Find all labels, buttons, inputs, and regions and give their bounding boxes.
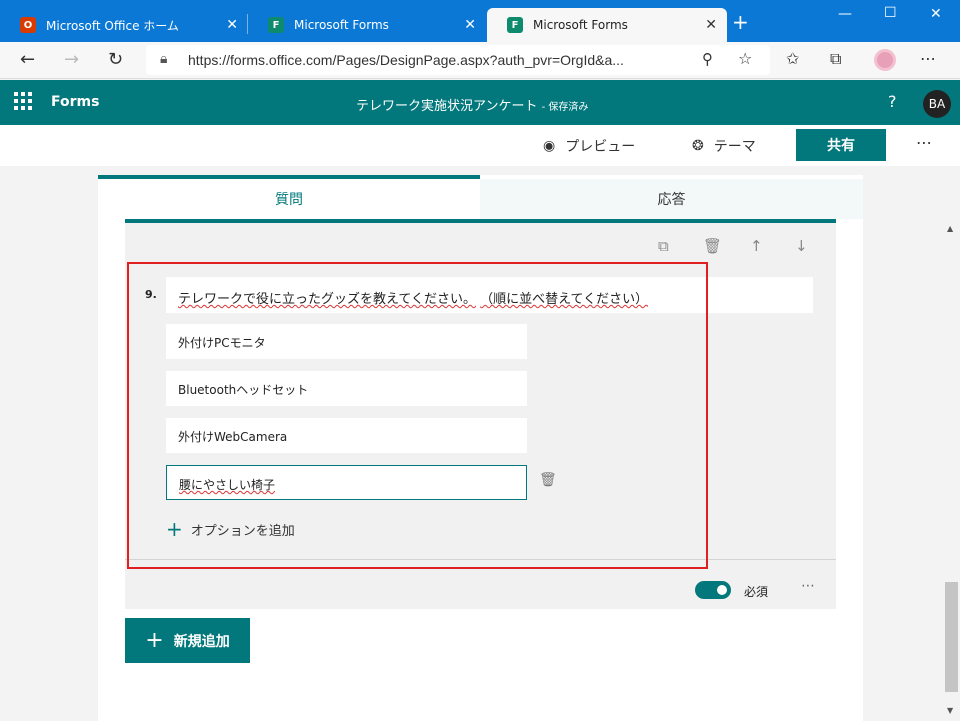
- window-close-icon[interactable]: ✕: [930, 6, 942, 22]
- eye-icon: ◉: [543, 138, 556, 154]
- theme-button[interactable]: ❂ テーマ: [692, 136, 756, 156]
- browser-tab-forms-active[interactable]: F Microsoft Forms ✕: [487, 8, 727, 42]
- favorite-star-icon[interactable]: ☆: [738, 49, 752, 68]
- move-up-icon[interactable]: ↑: [750, 237, 763, 255]
- minimize-icon[interactable]: —: [838, 6, 852, 22]
- theme-label: テーマ: [713, 139, 756, 155]
- tab-responses[interactable]: 応答: [480, 179, 863, 219]
- delete-icon[interactable]: 🗑︎: [703, 237, 722, 255]
- office-icon: O: [20, 17, 36, 33]
- preview-button[interactable]: ◉ プレビュー: [543, 136, 635, 156]
- browser-tab-forms[interactable]: F Microsoft Forms ✕: [248, 8, 486, 42]
- address-bar: ← → ↻ 🔒︎ https://forms.office.com/Pages/…: [0, 42, 960, 79]
- tab-label: Microsoft Office ホーム: [46, 18, 179, 33]
- preview-label: プレビュー: [565, 139, 636, 155]
- profile-avatar[interactable]: [874, 49, 896, 71]
- browser-menu-icon[interactable]: ⋯: [920, 49, 936, 68]
- required-label: 必須: [744, 585, 769, 599]
- back-icon[interactable]: ←: [20, 49, 35, 70]
- forms-icon: F: [507, 17, 523, 33]
- move-down-icon[interactable]: ↓: [795, 237, 808, 255]
- close-icon[interactable]: ✕: [226, 17, 238, 33]
- url-text: https://forms.office.com/Pages/DesignPag…: [188, 52, 624, 68]
- page-scrollbar[interactable]: ▲ ▼: [943, 166, 960, 721]
- palette-icon: ❂: [692, 138, 704, 154]
- add-new-button[interactable]: + 新規追加: [125, 618, 250, 663]
- tab-label: Microsoft Forms: [533, 18, 628, 32]
- tab-label: Microsoft Forms: [294, 18, 389, 32]
- favorites-icon[interactable]: ✩: [786, 49, 799, 68]
- form-title-text: テレワーク実施状況アンケート: [356, 99, 538, 114]
- forms-icon: F: [268, 17, 284, 33]
- close-icon[interactable]: ✕: [464, 17, 476, 33]
- url-field[interactable]: 🔒︎ https://forms.office.com/Pages/Design…: [146, 45, 770, 75]
- collections-icon[interactable]: ⧉: [830, 49, 841, 69]
- scroll-down-icon[interactable]: ▼: [947, 706, 953, 715]
- app-launcher-icon[interactable]: [14, 92, 32, 110]
- zoom-icon[interactable]: ⚲: [702, 50, 713, 68]
- scrollbar-thumb[interactable]: [945, 582, 958, 692]
- saved-status: - 保存済み: [541, 102, 589, 113]
- form-title: テレワーク実施状況アンケート - 保存済み: [356, 95, 588, 114]
- new-tab-icon[interactable]: +: [732, 12, 749, 32]
- lock-icon: 🔒︎: [160, 51, 168, 67]
- scroll-up-icon[interactable]: ▲: [947, 224, 953, 233]
- required-toggle[interactable]: [695, 581, 731, 599]
- refresh-icon[interactable]: ↻: [108, 49, 123, 70]
- help-icon[interactable]: ?: [888, 92, 897, 111]
- maximize-icon[interactable]: ☐: [884, 5, 897, 21]
- forms-header: Forms テレワーク実施状況アンケート - 保存済み ? BA: [0, 80, 960, 125]
- command-bar: ◉ プレビュー ❂ テーマ 共有 ⋯: [0, 125, 960, 166]
- tab-questions[interactable]: 質問: [98, 175, 480, 219]
- forward-icon[interactable]: →: [64, 49, 79, 70]
- app-name[interactable]: Forms: [51, 94, 99, 110]
- plus-icon: +: [145, 628, 164, 653]
- browser-titlebar: O Microsoft Office ホーム ✕ F Microsoft For…: [0, 0, 960, 42]
- copy-icon[interactable]: ⧉: [658, 237, 669, 255]
- more-options-icon[interactable]: ⋯: [916, 133, 933, 152]
- question-more-icon[interactable]: ⋯: [801, 578, 816, 594]
- add-new-label: 新規追加: [173, 633, 230, 650]
- browser-tab-office-home[interactable]: O Microsoft Office ホーム ✕: [0, 8, 248, 42]
- share-button[interactable]: 共有: [796, 129, 886, 161]
- user-avatar[interactable]: BA: [923, 90, 951, 118]
- highlight-box: [127, 262, 708, 569]
- close-icon[interactable]: ✕: [705, 17, 717, 33]
